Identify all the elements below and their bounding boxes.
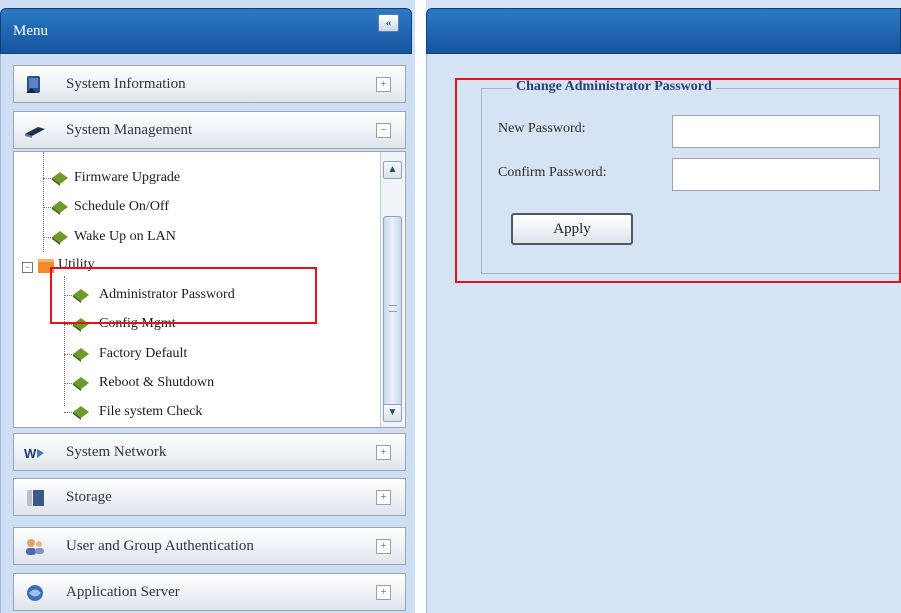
section-label: System Management bbox=[66, 122, 193, 138]
tree-label: Wake Up on LAN bbox=[74, 229, 176, 244]
collapse-toggle[interactable]: − bbox=[376, 123, 391, 138]
content-header bbox=[426, 8, 901, 54]
section-label: User and Group Authentication bbox=[66, 538, 254, 554]
section-label: Storage bbox=[66, 489, 112, 505]
tree-label: Reboot & Shutdown bbox=[99, 375, 215, 390]
scroll-thumb[interactable] bbox=[383, 216, 402, 411]
tree-item-reboot-shutdown[interactable]: Reboot & Shutdown bbox=[14, 371, 374, 397]
section-user-group-authentication[interactable]: User and Group Authentication + bbox=[13, 527, 406, 565]
tree-scrollbar[interactable]: ▲ ▼ bbox=[380, 152, 404, 427]
expand-toggle[interactable]: + bbox=[376, 445, 391, 460]
leaf-icon bbox=[73, 348, 89, 362]
svg-text:W: W bbox=[24, 446, 37, 461]
leaf-icon bbox=[73, 377, 89, 391]
section-application-server[interactable]: Application Server + bbox=[13, 573, 406, 611]
grip-icon bbox=[389, 305, 397, 312]
section-label: System Network bbox=[66, 444, 167, 460]
tree-label: File system Check bbox=[99, 404, 203, 419]
collapse-menu-button[interactable]: « bbox=[378, 14, 399, 32]
menu-header: Menu « bbox=[0, 8, 412, 54]
menu-panel: Menu « System Information + System Manag… bbox=[0, 0, 415, 613]
collapse-node-icon[interactable]: − bbox=[22, 262, 33, 273]
tree-item-file-system-check[interactable]: File system Check bbox=[14, 400, 374, 426]
expand-toggle[interactable]: + bbox=[376, 585, 391, 600]
menu-title: Menu bbox=[13, 23, 48, 39]
highlight-box-admin-password bbox=[50, 267, 317, 324]
expand-toggle[interactable]: + bbox=[376, 539, 391, 554]
tree-item-wake-up-on-lan[interactable]: Wake Up on LAN bbox=[14, 225, 374, 251]
scroll-down-icon[interactable]: ▼ bbox=[383, 404, 402, 422]
section-storage[interactable]: Storage + bbox=[13, 478, 406, 516]
tree-label: Factory Default bbox=[99, 346, 188, 361]
expand-toggle[interactable]: + bbox=[376, 490, 391, 505]
tree-item-schedule-on-off[interactable]: Schedule On/Off bbox=[14, 195, 374, 221]
user-group-icon bbox=[26, 539, 44, 555]
leaf-icon bbox=[52, 172, 68, 186]
scroll-up-icon[interactable]: ▲ bbox=[383, 161, 402, 179]
highlight-box-form bbox=[455, 78, 901, 283]
system-network-icon: W bbox=[24, 446, 44, 461]
system-management-icon bbox=[25, 127, 45, 138]
tree-label: Schedule On/Off bbox=[74, 199, 169, 214]
tree-label: Firmware Upgrade bbox=[74, 170, 181, 185]
tree-item-factory-default[interactable]: Factory Default bbox=[14, 342, 374, 368]
leaf-icon bbox=[73, 406, 89, 420]
leaf-icon bbox=[52, 231, 68, 245]
section-system-information[interactable]: System Information + bbox=[13, 65, 406, 103]
storage-icon bbox=[27, 490, 44, 506]
tree-item-firmware-upgrade[interactable]: Firmware Upgrade bbox=[14, 166, 374, 192]
expand-toggle[interactable]: + bbox=[376, 77, 391, 92]
section-label: Application Server bbox=[66, 584, 180, 600]
system-information-icon bbox=[26, 76, 40, 93]
leaf-icon bbox=[52, 201, 68, 215]
section-label: System Information bbox=[66, 76, 186, 92]
section-system-management[interactable]: System Management − bbox=[13, 111, 406, 149]
section-system-network[interactable]: W System Network + bbox=[13, 433, 406, 471]
application-server-icon bbox=[27, 585, 43, 601]
